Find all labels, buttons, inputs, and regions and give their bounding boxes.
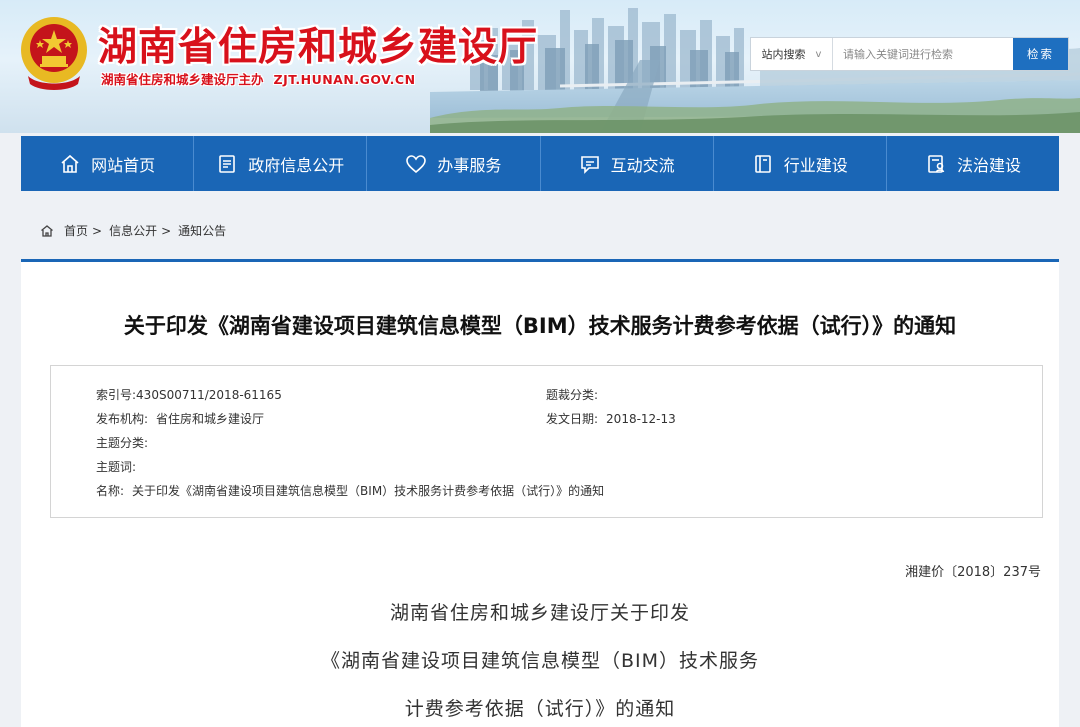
nav-item-services[interactable]: 办事服务 (367, 136, 541, 191)
meta-genre-label: 题裁分类: (546, 388, 599, 402)
article-title: 关于印发《湖南省建设项目建筑信息模型（BIM）技术服务计费参考依据（试行）》的通… (123, 314, 957, 338)
search-scope-label: 站内搜索 (761, 48, 806, 61)
site-subtitle: 湖南省住房和城乡建设厅主办 ZJT.HUNAN.GOV.CN (101, 69, 416, 88)
nav-item-industry[interactable]: 行业建设 (714, 136, 887, 191)
meta-publisher: 发布机构: 省住房和城乡建设厅 (96, 410, 264, 427)
nav-label: 办事服务 (437, 155, 502, 175)
breadcrumb: 首页 > 信息公开 > 通知公告 (40, 222, 226, 239)
meta-keyword-label: 主题词: (96, 460, 137, 474)
meta-index-value: 430S00711/2018-61165 (136, 388, 282, 402)
site-title[interactable]: 湖南省住房和城乡建设厅 (98, 16, 538, 72)
nav-label: 政府信息公开 (248, 155, 345, 175)
meta-index: 索引号:430S00711/2018-61165 (96, 386, 282, 403)
breadcrumb-separator: > (161, 223, 172, 238)
search-button[interactable]: 检索 (1013, 38, 1068, 70)
meta-date: 发文日期: 2018-12-13 (546, 410, 676, 427)
chat-icon (580, 155, 599, 174)
home-icon (61, 154, 79, 173)
document-heading-line-3: 计费参考依据（试行）》的通知 (404, 698, 676, 720)
document-list-icon (219, 154, 236, 173)
nav-label: 网站首页 (91, 155, 156, 175)
book-icon (754, 154, 771, 173)
document-number: 湘建价〔2018〕237号 (905, 565, 1041, 580)
meta-topic-label: 主题分类: (96, 436, 149, 450)
heart-icon (406, 154, 427, 173)
meta-name: 名称: 关于印发《湖南省建设项目建筑信息模型（BIM）技术服务计费参考依据（试行）… (96, 482, 604, 499)
nav-label: 互动交流 (610, 155, 675, 175)
meta-publisher-label: 发布机构: (96, 412, 149, 426)
breadcrumb-home[interactable]: 首页 (64, 222, 88, 239)
meta-name-value: 关于印发《湖南省建设项目建筑信息模型（BIM）技术服务计费参考依据（试行）》的通… (132, 484, 605, 498)
meta-keyword: 主题词: (96, 458, 144, 475)
nav-label: 行业建设 (783, 155, 848, 175)
meta-genre: 题裁分类: (546, 386, 606, 403)
chevron-down-icon: v (815, 48, 822, 60)
main-nav: 网站首页 政府信息公开 办事服务 互动交流 行业建设 法治建设 (21, 136, 1059, 191)
nav-label: 法治建设 (956, 155, 1021, 175)
document-heading-line-2: 《湖南省建设项目建筑信息模型（BIM）技术服务 (320, 650, 760, 672)
breadcrumb-info[interactable]: 信息公开 (109, 222, 157, 239)
nav-item-gov-info[interactable]: 政府信息公开 (194, 136, 368, 191)
meta-name-label: 名称: (96, 484, 125, 498)
breadcrumb-separator: > (92, 223, 103, 238)
meta-index-label: 索引号: (96, 388, 137, 402)
site-url[interactable]: ZJT.HUNAN.GOV.CN (274, 72, 416, 87)
home-icon (41, 224, 53, 237)
nav-item-home[interactable]: 网站首页 (21, 136, 195, 191)
sponsor-text: 湖南省住房和城乡建设厅主办 (101, 72, 264, 87)
meta-date-value: 2018-12-13 (606, 412, 676, 426)
document-heading-line-1: 湖南省住房和城乡建设厅关于印发 (389, 602, 690, 624)
meta-publisher-value: 省住房和城乡建设厅 (156, 412, 265, 426)
metadata-box: 索引号:430S00711/2018-61165 题裁分类: 发布机构: 省住房和… (50, 365, 1043, 518)
meta-topic: 主题分类: (96, 434, 156, 451)
national-emblem-icon (21, 17, 87, 90)
header-banner: 湖南省住房和城乡建设厅 湖南省住房和城乡建设厅主办 ZJT.HUNAN.GOV.C… (0, 0, 1080, 133)
nav-item-interaction[interactable]: 互动交流 (541, 136, 714, 191)
article-panel: 关于印发《湖南省建设项目建筑信息模型（BIM）技术服务计费参考依据（试行）》的通… (21, 259, 1059, 727)
clipboard-person-icon (928, 154, 945, 173)
breadcrumb-notice[interactable]: 通知公告 (178, 222, 226, 239)
meta-date-label: 发文日期: (546, 412, 599, 426)
search-scope-select[interactable]: 站内搜索 v (751, 38, 833, 70)
nav-item-law[interactable]: 法治建设 (887, 136, 1059, 191)
search-input[interactable] (833, 38, 1013, 70)
search-bar: 站内搜索 v 检索 (750, 37, 1069, 71)
